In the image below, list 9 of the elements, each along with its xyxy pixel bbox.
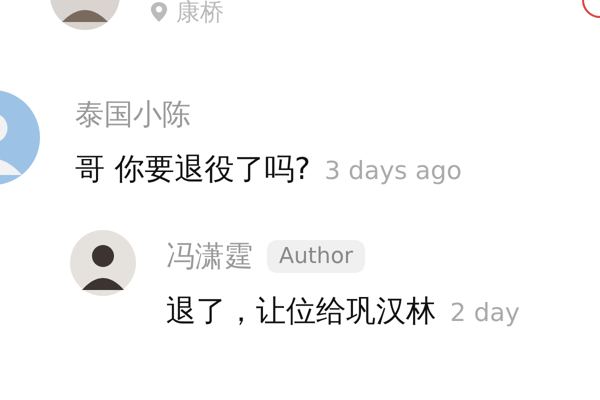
comment-time: 3 days ago bbox=[324, 156, 462, 184]
author-name: 冯潇霆 bbox=[166, 238, 253, 274]
avatar-icon bbox=[70, 230, 136, 296]
location-text: 康桥 bbox=[176, 0, 224, 28]
reply-time: 2 day bbox=[450, 298, 520, 326]
commenter-name: 泰国小陈 bbox=[75, 96, 192, 132]
author-badge: Author bbox=[267, 240, 366, 272]
comment-text: 哥 你要退役了吗? bbox=[75, 151, 310, 189]
reply-text: 退了，让位给巩汉林 bbox=[166, 293, 436, 331]
